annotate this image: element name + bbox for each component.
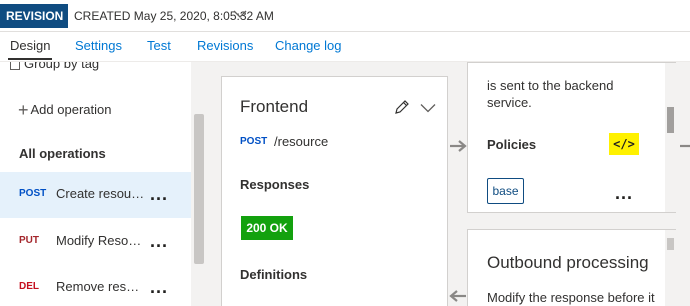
operations-panel: Group by tag + Add operation All operatio… <box>0 62 207 306</box>
frontend-title: Frontend <box>240 97 309 116</box>
more-actions-icon[interactable]: ... <box>150 277 168 298</box>
operation-item-remove-resource[interactable]: DEL Remove resource ... <box>0 265 191 306</box>
scrollbar-thumb[interactable] <box>194 114 204 264</box>
frontend-card: Frontend POST /resource Responses 200 OK… <box>221 76 448 306</box>
more-actions-icon[interactable]: ... <box>150 184 168 205</box>
inbound-description: is sent to the backend service. <box>487 78 614 110</box>
policies-label: Policies <box>487 137 537 152</box>
responses-label: Responses <box>240 177 310 192</box>
inbound-scrollbar[interactable] <box>665 63 676 212</box>
tab-bar: Design Settings Test Revisions Change lo… <box>0 32 690 62</box>
design-canvas: Frontend POST /resource Responses 200 OK… <box>207 62 690 306</box>
code-editor-icon[interactable]: </> <box>609 133 639 155</box>
group-by-tag-toggle[interactable]: Group by tag <box>10 62 99 71</box>
outbound-title: Outbound processing <box>487 253 649 272</box>
chevron-down-icon[interactable] <box>233 9 247 19</box>
plus-icon: + <box>18 100 29 120</box>
operations-scrollbar[interactable] <box>191 62 207 306</box>
tab-settings[interactable]: Settings <box>75 38 122 53</box>
scrollbar-thumb[interactable] <box>667 238 674 250</box>
revision-bar: REVISION 1 CREATED May 25, 2020, 8:05:32… <box>0 0 690 47</box>
more-actions-icon[interactable]: ... <box>615 183 633 204</box>
outbound-processing-card: Outbound processing Modify the response … <box>467 229 676 306</box>
tab-test[interactable]: Test <box>147 38 171 53</box>
tab-design[interactable]: Design <box>7 38 53 60</box>
add-operation-label: Add operation <box>30 102 112 117</box>
chevron-down-icon[interactable] <box>420 103 436 113</box>
group-by-tag-label: Group by tag <box>24 62 100 71</box>
inbound-processing-card: is sent to the backend service. Policies… <box>467 62 676 213</box>
more-actions-icon[interactable]: ... <box>150 231 168 252</box>
outbound-description: Modify the response before it <box>487 290 655 305</box>
arrow-right-icon <box>450 140 467 152</box>
operation-verb: POST <box>19 188 47 199</box>
operation-name: Create resource <box>56 186 146 201</box>
operation-item-create-resource[interactable]: POST Create resource ... <box>0 172 191 218</box>
tab-change-log[interactable]: Change log <box>275 38 342 53</box>
all-operations-item[interactable]: All operations <box>19 146 106 161</box>
operation-item-modify-resource[interactable]: PUT Modify Resource ... <box>0 219 191 265</box>
pencil-icon[interactable] <box>394 99 410 115</box>
response-200-badge[interactable]: 200 OK <box>241 216 293 240</box>
revision-badge[interactable]: REVISION 1 <box>0 4 68 47</box>
frontend-method: POST <box>240 136 268 147</box>
frontend-path: /resource <box>274 134 329 149</box>
tab-revisions[interactable]: Revisions <box>197 38 253 53</box>
base-policy-button[interactable]: base <box>487 178 524 204</box>
operation-verb: DEL <box>19 281 39 292</box>
scrollbar-thumb[interactable] <box>667 107 674 133</box>
arrow-left-icon <box>449 290 466 302</box>
add-operation-button[interactable]: + Add operation <box>18 100 111 121</box>
outbound-scrollbar[interactable] <box>665 230 676 306</box>
checkbox-icon[interactable] <box>10 62 20 70</box>
arrow-right-icon <box>680 144 690 148</box>
operation-verb: PUT <box>19 235 39 246</box>
operation-name: Remove resource <box>56 279 142 294</box>
definitions-label: Definitions <box>240 267 308 282</box>
operation-name: Modify Resource <box>56 233 142 248</box>
